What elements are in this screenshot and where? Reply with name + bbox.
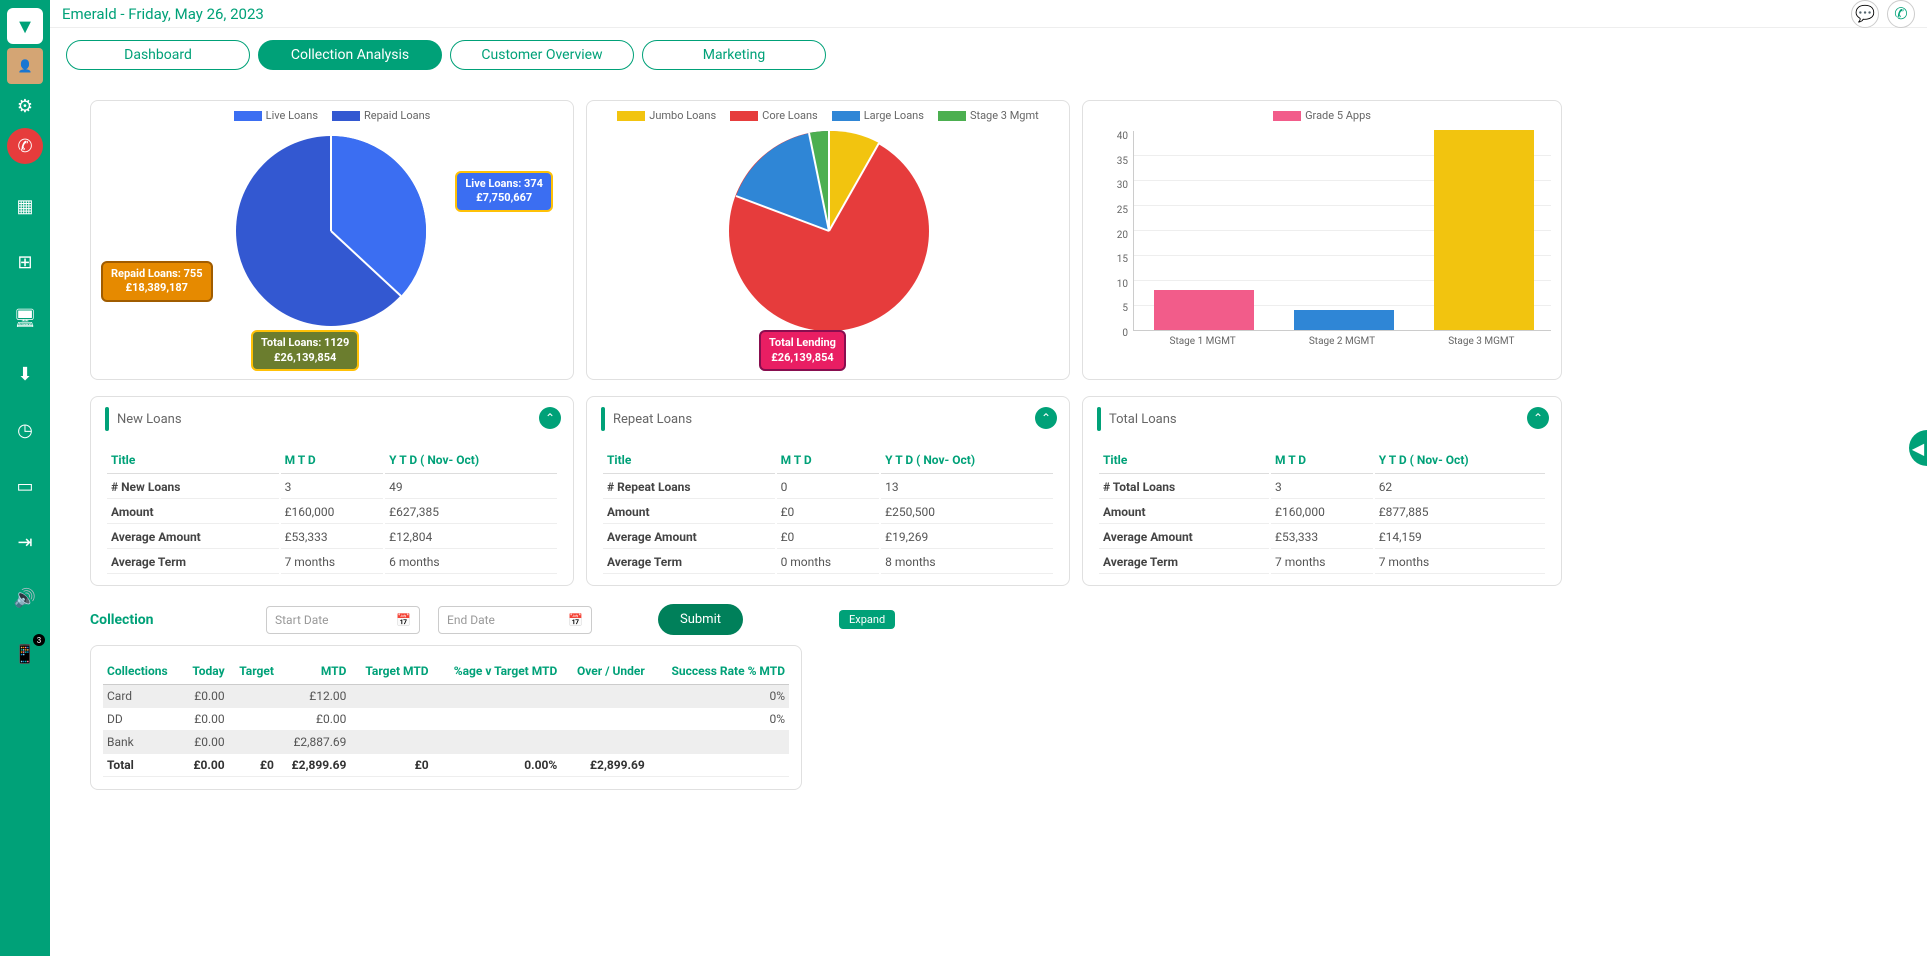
collapse-icon[interactable]: ⌃ — [539, 407, 561, 429]
collection-section: Collection Start Date📅 End Date📅 Submit … — [90, 604, 895, 790]
tab-customer-overview[interactable]: Customer Overview — [450, 40, 634, 70]
download-icon[interactable]: ⬇ — [7, 356, 43, 392]
pie-chart-2 — [719, 121, 939, 341]
table-row: Card£0.00£12.000% — [103, 685, 789, 708]
calendar-icon: 📅 — [396, 613, 411, 627]
pie-chart-1 — [231, 131, 431, 331]
table-row: Average Term7 months6 months — [107, 551, 557, 574]
callout-total-loans: Total Loans: 1129£26,139,854 — [251, 330, 359, 371]
notif-badge: 3 — [33, 634, 45, 646]
chart-lending-pie: Jumbo Loans Core Loans Large Loans Stage… — [586, 100, 1070, 380]
card-repeat-loans: Repeat Loans ⌃ TitleM T DY T D ( Nov- Oc… — [586, 396, 1070, 586]
table-row: Average Amount£53,333£14,159 — [1099, 526, 1545, 549]
charts-row: Live Loans Repaid Loans Live Loans: 374£… — [90, 100, 1562, 380]
tab-collection-analysis[interactable]: Collection Analysis — [258, 40, 442, 70]
table-row: Average Term0 months8 months — [603, 551, 1053, 574]
audio-icon[interactable]: 🔊 — [7, 580, 43, 616]
gauge-icon[interactable]: ◷ — [7, 412, 43, 448]
apps-icon[interactable]: ▦ — [7, 188, 43, 224]
side-handle-icon[interactable]: ◀ — [1909, 430, 1927, 466]
person-icon[interactable]: ⇥ — [7, 524, 43, 560]
tab-dashboard[interactable]: Dashboard — [66, 40, 250, 70]
table-row: DD£0.00£0.000% — [103, 708, 789, 731]
chart3-legend: Grade 5 Apps — [1091, 109, 1553, 122]
page-title: Emerald - Friday, May 26, 2023 — [62, 5, 264, 23]
tab-marketing[interactable]: Marketing — [642, 40, 826, 70]
table-row: Bank£0.00£2,887.69 — [103, 731, 789, 754]
table-row: Total£0.00£0£2,899.69£00.00%£2,899.69 — [103, 754, 789, 777]
bar-xlabels: Stage 1 MGMTStage 2 MGMTStage 3 MGMT — [1133, 336, 1551, 347]
notif-icon[interactable]: 📱3 — [7, 636, 43, 672]
collapse-icon[interactable]: ⌃ — [1035, 407, 1057, 429]
bar-stage1 — [1154, 290, 1254, 330]
submit-button[interactable]: Submit — [658, 604, 743, 635]
monitor-icon[interactable]: 🖥 — [7, 300, 43, 336]
add-icon[interactable]: ⊞ — [7, 244, 43, 280]
bar-stage3 — [1434, 130, 1534, 330]
table-new-loans: TitleM T DY T D ( Nov- Oct)# New Loans34… — [105, 445, 559, 576]
expand-button[interactable]: Expand — [839, 610, 895, 629]
table-row: Amount£160,000£877,885 — [1099, 501, 1545, 524]
chart-loans-pie: Live Loans Repaid Loans Live Loans: 374£… — [90, 100, 574, 380]
end-date-input[interactable]: End Date📅 — [438, 606, 592, 634]
callout-repaid-loans: Repaid Loans: 755£18,389,187 — [101, 261, 213, 302]
collection-card: CollectionsTodayTargetMTDTarget MTD%age … — [90, 645, 802, 790]
callout-live-loans: Live Loans: 374£7,750,667 — [455, 171, 553, 212]
card-new-loans: New Loans ⌃ TitleM T DY T D ( Nov- Oct)#… — [90, 396, 574, 586]
calendar-icon: 📅 — [568, 613, 583, 627]
table-row: # Total Loans362 — [1099, 476, 1545, 499]
table-row: Average Amount£0£19,269 — [603, 526, 1053, 549]
chat-icon[interactable]: 💬 — [1851, 0, 1879, 28]
phone-icon[interactable]: ✆ — [7, 128, 43, 164]
table-repeat-loans: TitleM T DY T D ( Nov- Oct)# Repeat Loan… — [601, 445, 1055, 576]
table-row: # Repeat Loans013 — [603, 476, 1053, 499]
start-date-input[interactable]: Start Date📅 — [266, 606, 420, 634]
card-total-loans: Total Loans ⌃ TitleM T DY T D ( Nov- Oct… — [1082, 396, 1562, 586]
collection-title: Collection — [90, 612, 248, 628]
collapse-icon[interactable]: ⌃ — [1527, 407, 1549, 429]
legend-swatch — [332, 111, 360, 121]
bar-yaxis: 4035302520151050 — [1093, 131, 1128, 339]
gear-icon[interactable]: ⚙ — [7, 88, 43, 124]
table-row: Average Term7 months7 months — [1099, 551, 1545, 574]
legend-swatch — [234, 111, 262, 121]
user-avatar[interactable]: 👤 — [7, 48, 43, 84]
callout-total-lending: Total Lending£26,139,854 — [759, 330, 846, 371]
bar-area — [1133, 131, 1551, 331]
chart1-legend: Live Loans Repaid Loans — [99, 109, 565, 122]
table-row: # New Loans349 — [107, 476, 557, 499]
header: Emerald - Friday, May 26, 2023 💬 ✆ — [50, 0, 1927, 28]
card-icon[interactable]: ▭ — [7, 468, 43, 504]
table-row: Average Amount£53,333£12,804 — [107, 526, 557, 549]
tabs: Dashboard Collection Analysis Customer O… — [66, 40, 826, 70]
table-total-loans: TitleM T DY T D ( Nov- Oct)# Total Loans… — [1097, 445, 1547, 576]
mid-row: New Loans ⌃ TitleM T DY T D ( Nov- Oct)#… — [90, 396, 1562, 586]
logo-icon[interactable]: ▼ — [7, 8, 43, 44]
chart-grade5-bar: Grade 5 Apps 4035302520151050 Stage 1 MG… — [1082, 100, 1562, 380]
table-row: Amount£160,000£627,385 — [107, 501, 557, 524]
table-row: Amount£0£250,500 — [603, 501, 1053, 524]
bar-stage2 — [1294, 310, 1394, 330]
call-icon[interactable]: ✆ — [1887, 0, 1915, 28]
sidebar: ▼ 👤 ⚙ ✆ ▦ ⊞ 🖥 ⬇ ◷ ▭ ⇥ 🔊 📱3 — [0, 0, 50, 956]
table-collections: CollectionsTodayTargetMTDTarget MTD%age … — [103, 658, 789, 777]
